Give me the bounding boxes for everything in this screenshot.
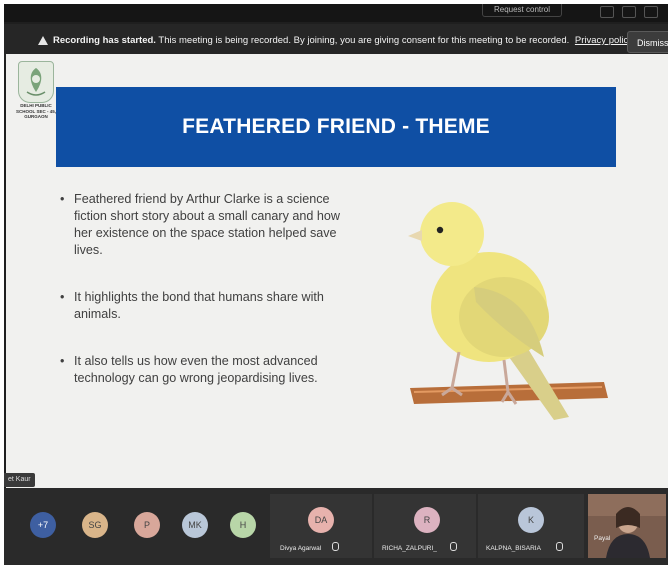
participant-avatar[interactable]: SG bbox=[82, 512, 108, 538]
participant-name: RICHA_ZALPURI_ bbox=[382, 545, 437, 552]
mic-off-icon bbox=[450, 542, 457, 551]
participant-tile[interactable]: DA Divya Agarwal bbox=[270, 494, 372, 558]
participant-name: Divya Agarwal bbox=[280, 545, 322, 552]
participant-avatar: K bbox=[518, 507, 544, 533]
dismiss-button[interactable]: Dismiss bbox=[627, 31, 668, 53]
bullet-item: • It highlights the bond that humans shar… bbox=[60, 290, 324, 321]
mic-off-icon bbox=[556, 542, 563, 551]
bullet-item: • It also tells us how even the most adva… bbox=[60, 354, 318, 385]
banner-text: Recording has started. This meeting is b… bbox=[53, 35, 633, 46]
top-toolbar: Request control bbox=[4, 4, 668, 22]
camera-icon[interactable] bbox=[600, 6, 614, 18]
share-icon[interactable] bbox=[622, 6, 636, 18]
participant-video[interactable]: Payal bbox=[588, 494, 666, 558]
school-logo bbox=[18, 61, 54, 103]
shared-slide: DELHI PUBLIC SCHOOL SEC - 45, GURGAON FE… bbox=[6, 54, 668, 488]
participant-video-feed bbox=[588, 494, 666, 558]
banner-message: This meeting is being recorded. By joini… bbox=[158, 35, 570, 46]
school-crest-icon bbox=[26, 68, 46, 96]
slide-title: FEATHERED FRIEND - THEME bbox=[182, 115, 490, 138]
participant-avatar: DA bbox=[308, 507, 334, 533]
banner-title: Recording has started. bbox=[53, 35, 156, 46]
participant-tile[interactable]: K KALPNA_BISARIA bbox=[478, 494, 584, 558]
participant-name: Payal bbox=[594, 535, 611, 542]
bullet-item: • Feathered friend by Arthur Clarke is a … bbox=[60, 192, 340, 257]
bullet-text: It also tells us how even the most advan… bbox=[74, 354, 318, 385]
meeting-window: Request control Recording has started. T… bbox=[4, 4, 668, 565]
slide-title-bar: FEATHERED FRIEND - THEME bbox=[56, 87, 616, 167]
participant-name: KALPNA_BISARIA bbox=[486, 545, 541, 552]
participant-avatar[interactable]: MK bbox=[182, 512, 208, 538]
privacy-policy-link[interactable]: Privacy policy bbox=[575, 35, 633, 46]
bullet-text: It highlights the bond that humans share… bbox=[74, 290, 324, 321]
more-participants-badge[interactable]: +7 bbox=[30, 512, 56, 538]
presenter-name-tag: et Kaur bbox=[4, 473, 35, 487]
logo-caption: DELHI PUBLIC SCHOOL SEC - 45, GURGAON bbox=[16, 103, 56, 119]
request-control-button[interactable]: Request control bbox=[482, 4, 562, 17]
bullet-text: Feathered friend by Arthur Clarke is a s… bbox=[74, 192, 340, 257]
mic-off-icon bbox=[332, 542, 339, 551]
participant-tile[interactable]: R RICHA_ZALPURI_ bbox=[374, 494, 476, 558]
warning-icon bbox=[38, 36, 48, 45]
participant-strip: et Kaur +7 SG P MK H DA Divya Agarwal R … bbox=[4, 473, 668, 565]
canary-image bbox=[408, 202, 608, 420]
participant-avatar: R bbox=[414, 507, 440, 533]
bullet-list: • Feathered friend by Arthur Clarke is a … bbox=[58, 191, 348, 417]
more-icon[interactable] bbox=[644, 6, 658, 18]
presenter-name: et Kaur bbox=[8, 476, 31, 483]
participant-avatar[interactable]: H bbox=[230, 512, 256, 538]
participant-avatar[interactable]: P bbox=[134, 512, 160, 538]
